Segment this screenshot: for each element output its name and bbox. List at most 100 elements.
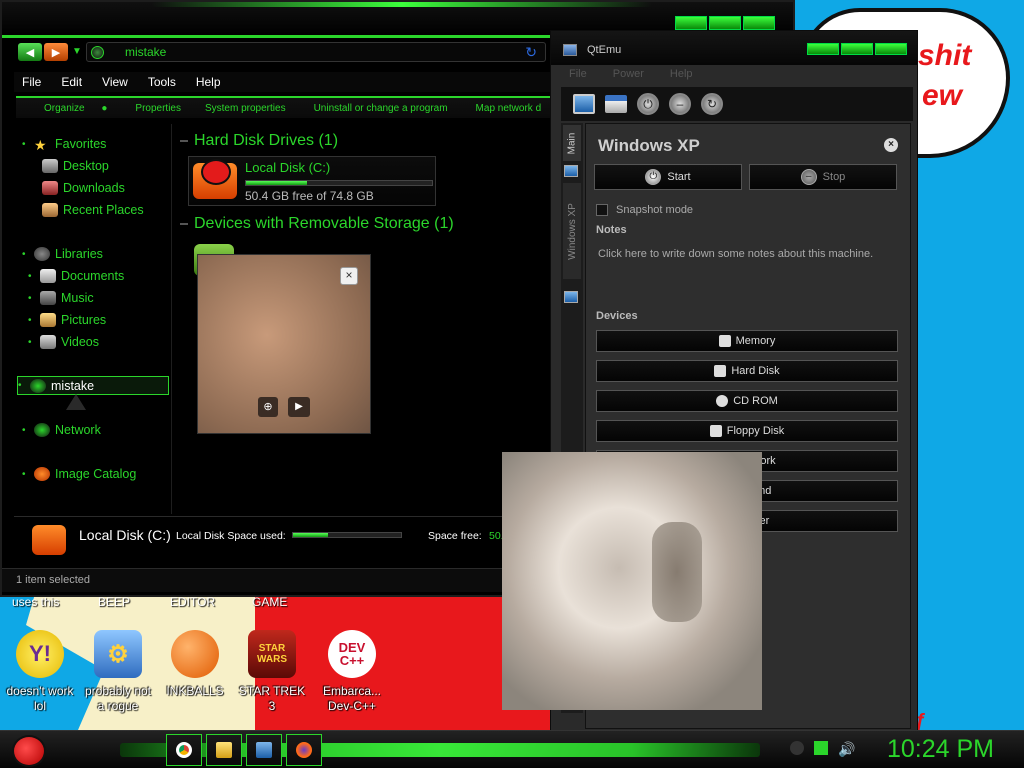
nav-item-desktop[interactable]: Desktop: [42, 156, 109, 176]
pictures-icon: [40, 313, 56, 327]
bubble-line-2: ew: [922, 79, 963, 112]
system-properties-button[interactable]: System properties: [205, 103, 286, 114]
nav-item-music[interactable]: • Music: [28, 288, 94, 308]
notes-field[interactable]: Click here to write down some notes abou…: [598, 248, 873, 260]
taskbar-app-explorer[interactable]: [206, 734, 242, 766]
desktop-icon-label: doesn't work lol: [6, 684, 74, 713]
monitor-icon: [564, 165, 578, 177]
stop-button[interactable]: – Stop: [749, 164, 897, 190]
tab-windows-xp[interactable]: Windows XP: [563, 183, 581, 279]
nav-item-downloads[interactable]: Downloads: [42, 178, 125, 198]
settings-gears-icon: ⚙: [94, 630, 142, 678]
taskbar-app-qtemu[interactable]: [246, 734, 282, 766]
taskbar-app-chrome[interactable]: [166, 734, 202, 766]
nav-item-favorites[interactable]: • ★ Favorites: [22, 134, 106, 154]
nav-item-recent-places[interactable]: Recent Places: [42, 200, 144, 220]
back-button[interactable]: ◀: [18, 43, 42, 61]
minimize-button[interactable]: [807, 43, 839, 55]
show-hidden-icons-icon[interactable]: [790, 741, 804, 755]
clock[interactable]: 10:24 PM: [887, 735, 994, 764]
drive-free-space: 50.4 GB free of 74.8 GB: [245, 189, 374, 203]
desktop-icon-star-trek[interactable]: STAR WARS STAR TREK 3: [232, 630, 312, 714]
nav-item-documents[interactable]: • Documents: [28, 266, 124, 286]
uninstall-program-button[interactable]: Uninstall or change a program: [314, 103, 448, 114]
nav-item-pictures[interactable]: • Pictures: [28, 310, 106, 330]
forward-button[interactable]: ▶: [44, 43, 68, 61]
maximize-button[interactable]: [709, 16, 741, 30]
device-hard-disk-button[interactable]: Hard Disk: [596, 360, 898, 382]
media-preview-popup[interactable]: × ⊕ ▶: [197, 254, 371, 434]
snapshot-mode-checkbox[interactable]: Snapshot mode: [596, 204, 693, 216]
chevron-down-icon: ●: [101, 102, 108, 114]
power-icon[interactable]: ⏻: [637, 93, 659, 115]
menu-power[interactable]: Power: [613, 68, 644, 84]
organize-button[interactable]: Organize ●: [30, 103, 107, 114]
network-status-icon[interactable]: [814, 741, 828, 755]
close-icon[interactable]: ×: [884, 138, 898, 152]
desktop-icon-label: STAR TREK 3: [238, 684, 306, 713]
volume-icon[interactable]: 🔊: [838, 741, 855, 757]
restart-icon[interactable]: ↻: [701, 93, 723, 115]
nav-item-libraries[interactable]: • Libraries: [22, 244, 103, 264]
refresh-icon[interactable]: ↻: [525, 44, 537, 61]
downloads-icon: [42, 181, 58, 195]
start-button[interactable]: [6, 731, 50, 768]
menu-tools[interactable]: Tools: [148, 75, 176, 89]
documents-icon: [40, 269, 56, 283]
open-machine-icon[interactable]: [605, 95, 627, 113]
nav-item-computer[interactable]: • mistake: [17, 376, 169, 395]
qtemu-titlebar[interactable]: QtEmu: [551, 31, 917, 65]
minimize-button[interactable]: [675, 16, 707, 30]
device-cd-rom-button[interactable]: CD ROM: [596, 390, 898, 412]
tab-main[interactable]: Main: [563, 125, 581, 161]
arrow-left-icon: ◀: [25, 46, 35, 59]
menu-help[interactable]: Help: [196, 75, 221, 89]
desktop-icon-dev-cpp[interactable]: DEV C++ Embarca... Dev-C++: [312, 630, 392, 714]
start-button[interactable]: ⏻ Start: [594, 164, 742, 190]
history-dropdown-icon[interactable]: ▼: [72, 46, 82, 57]
machine-name: Windows XP: [598, 136, 700, 155]
recent-places-icon: [42, 203, 58, 217]
maximize-button[interactable]: [841, 43, 873, 55]
nav-item-network[interactable]: • Network: [22, 420, 101, 440]
group-header-removable[interactable]: Devices with Removable Storage (1): [180, 215, 454, 233]
nav-buttons: ◀ ▶: [18, 43, 68, 61]
menu-edit[interactable]: Edit: [61, 75, 82, 89]
details-usage-bar: [292, 532, 402, 538]
address-bar[interactable]: mistake ↻: [86, 42, 546, 62]
drive-name: Local Disk (C:): [245, 160, 331, 175]
close-button[interactable]: [875, 43, 907, 55]
group-header-hard-disks[interactable]: Hard Disk Drives (1): [180, 132, 338, 150]
close-button[interactable]: [743, 16, 775, 30]
zoom-icon[interactable]: ⊕: [258, 397, 278, 417]
device-memory-button[interactable]: Memory: [596, 330, 898, 352]
nav-item-videos[interactable]: • Videos: [28, 332, 99, 352]
menu-view[interactable]: View: [102, 75, 128, 89]
new-machine-icon[interactable]: [573, 94, 595, 114]
desktop-icon-label: Embarca... Dev-C++: [322, 684, 382, 713]
desktop-caption: uses this: [12, 595, 60, 609]
close-icon[interactable]: ×: [340, 267, 358, 285]
desktop-icon-rogue[interactable]: ⚙ probably not a rogue: [78, 630, 158, 714]
map-network-drive-button[interactable]: Map network d: [476, 103, 542, 114]
device-floppy-button[interactable]: Floppy Disk: [596, 420, 898, 442]
folder-icon: [216, 742, 232, 758]
libraries-icon: [34, 247, 50, 261]
drive-tile-local-disk[interactable]: Local Disk (C:) 50.4 GB free of 74.8 GB: [188, 156, 436, 206]
desktop-icon-yahoo[interactable]: Y! doesn't work lol: [0, 630, 80, 714]
taskbar-app-firefox[interactable]: [286, 734, 322, 766]
desktop-icon-inkballs[interactable]: INKBALLS: [155, 630, 235, 699]
menu-file[interactable]: File: [22, 75, 41, 89]
nav-item-image-catalog[interactable]: • Image Catalog: [22, 464, 136, 484]
details-drive-name: Local Disk (C:): [79, 527, 171, 543]
properties-button[interactable]: Properties: [135, 103, 181, 114]
network-icon: [34, 423, 50, 437]
desktop-partial-captions: uses this BEEP EDITOR GAME: [0, 595, 310, 609]
explorer-window-controls: [675, 16, 775, 30]
stop-icon[interactable]: –: [669, 93, 691, 115]
menu-file[interactable]: File: [569, 68, 587, 84]
qtemu-window-controls: [807, 43, 907, 55]
menu-help[interactable]: Help: [670, 68, 693, 84]
system-tray: 🔊: [790, 741, 855, 757]
play-icon[interactable]: ▶: [288, 397, 310, 417]
